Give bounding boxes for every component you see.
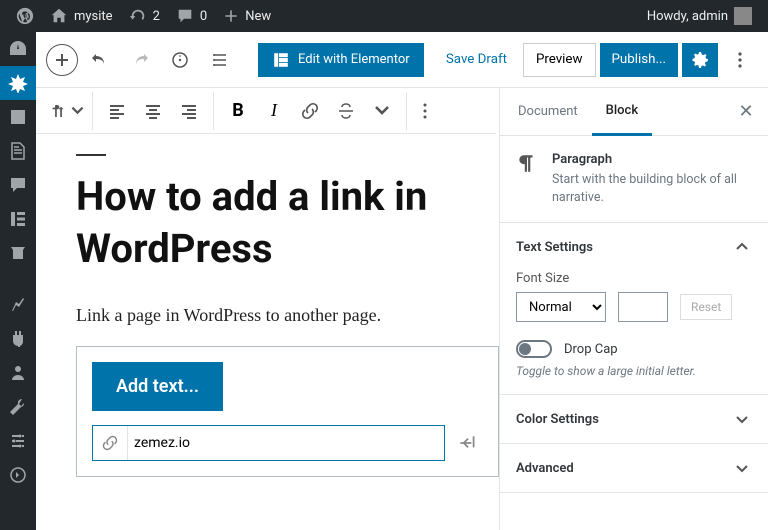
sidebar-item-appearance[interactable] bbox=[0, 288, 36, 322]
sidebar-item-pages[interactable] bbox=[0, 134, 36, 168]
editor-topbar: Edit with Elementor Save Draft Preview P… bbox=[36, 32, 768, 88]
comment-icon bbox=[176, 7, 194, 25]
edit-with-elementor-button[interactable]: Edit with Elementor bbox=[258, 43, 424, 77]
link-button[interactable] bbox=[292, 93, 328, 129]
align-left-button[interactable] bbox=[99, 93, 135, 129]
new-content-link[interactable]: New bbox=[215, 0, 279, 32]
block-type-title: Paragraph bbox=[552, 152, 752, 167]
comment-count: 0 bbox=[200, 9, 207, 24]
chevron-down-icon bbox=[732, 458, 752, 478]
sidebar-item-elementor[interactable] bbox=[0, 202, 36, 236]
bold-button[interactable]: B bbox=[220, 93, 256, 129]
site-name: mysite bbox=[74, 9, 113, 24]
panel-color-settings[interactable]: Color Settings bbox=[500, 395, 768, 443]
strikethrough-button[interactable] bbox=[328, 93, 364, 129]
sidebar-item-settings[interactable] bbox=[0, 424, 36, 458]
avatar bbox=[734, 7, 752, 25]
sidebar-item-media[interactable] bbox=[0, 100, 36, 134]
content-structure-button[interactable] bbox=[162, 42, 198, 78]
add-text-button[interactable]: Add text... bbox=[92, 362, 223, 411]
align-center-button[interactable] bbox=[135, 93, 171, 129]
sidebar-collapse[interactable] bbox=[0, 458, 36, 492]
post-title[interactable]: How to add a link in WordPress bbox=[76, 171, 499, 275]
plus-icon bbox=[223, 8, 239, 24]
settings-sidebar: Document Block ✕ Paragraph Start with th… bbox=[499, 88, 768, 530]
editor-canvas: How to add a link in WordPress Link a pa… bbox=[36, 134, 529, 530]
more-formatting-button[interactable] bbox=[364, 93, 400, 129]
preview-button[interactable]: Preview bbox=[523, 43, 596, 77]
block-type-switcher[interactable] bbox=[50, 93, 86, 129]
sidebar-item-dashboard[interactable] bbox=[0, 32, 36, 66]
link-popup bbox=[92, 425, 483, 461]
block-navigation-button[interactable] bbox=[202, 42, 238, 78]
chevron-down-icon bbox=[732, 409, 752, 429]
tab-document[interactable]: Document bbox=[504, 88, 592, 136]
comments-link[interactable]: 0 bbox=[168, 0, 215, 32]
undo-button[interactable] bbox=[82, 42, 118, 78]
chevron-up-icon bbox=[732, 237, 752, 257]
block-type-desc: Start with the building block of all nar… bbox=[552, 171, 752, 206]
save-draft-button[interactable]: Save Draft bbox=[434, 43, 519, 77]
publish-button[interactable]: Publish... bbox=[600, 43, 678, 77]
updates-link[interactable]: 2 bbox=[121, 0, 168, 32]
wp-logo[interactable] bbox=[8, 0, 42, 32]
new-label: New bbox=[245, 9, 271, 24]
selected-block[interactable]: Add text... bbox=[76, 346, 499, 477]
align-right-button[interactable] bbox=[171, 93, 207, 129]
admin-sidebar bbox=[0, 32, 36, 530]
update-icon bbox=[129, 7, 147, 25]
font-size-label: Font Size bbox=[516, 271, 752, 286]
drop-cap-label: Drop Cap bbox=[564, 342, 618, 357]
close-sidebar-button[interactable]: ✕ bbox=[728, 101, 764, 122]
sidebar-item-users[interactable] bbox=[0, 356, 36, 390]
more-menu-button[interactable] bbox=[722, 42, 758, 78]
redo-button[interactable] bbox=[122, 42, 158, 78]
block-toolbar: B I bbox=[36, 88, 496, 134]
link-submit-button[interactable] bbox=[451, 427, 483, 459]
panel-text-settings[interactable]: Text Settings bbox=[500, 223, 768, 271]
font-size-reset-button[interactable]: Reset bbox=[680, 294, 732, 320]
sidebar-item-comments[interactable] bbox=[0, 168, 36, 202]
home-icon bbox=[50, 7, 68, 25]
paragraph-icon bbox=[516, 152, 538, 206]
font-size-select[interactable]: Normal bbox=[516, 292, 606, 322]
italic-button[interactable]: I bbox=[256, 93, 292, 129]
separator bbox=[76, 154, 106, 156]
drop-cap-help: Toggle to show a large initial letter. bbox=[516, 364, 752, 378]
sidebar-item-tools[interactable] bbox=[0, 390, 36, 424]
site-home-link[interactable]: mysite bbox=[42, 0, 121, 32]
link-url-input[interactable] bbox=[127, 426, 444, 460]
add-block-button[interactable] bbox=[46, 44, 78, 76]
paragraph-block[interactable]: Link a page in WordPress to another page… bbox=[76, 305, 499, 326]
font-size-number[interactable] bbox=[618, 292, 668, 322]
block-more-button[interactable] bbox=[407, 93, 443, 129]
panel-advanced[interactable]: Advanced bbox=[500, 444, 768, 492]
settings-toggle-button[interactable] bbox=[682, 43, 718, 77]
elementor-label: Edit with Elementor bbox=[298, 52, 410, 67]
tab-block[interactable]: Block bbox=[592, 88, 652, 136]
sidebar-item-posts[interactable] bbox=[0, 66, 36, 100]
elementor-icon bbox=[272, 51, 290, 69]
howdy-text: Howdy, admin bbox=[647, 9, 728, 24]
drop-cap-toggle[interactable] bbox=[516, 340, 552, 358]
update-count: 2 bbox=[153, 9, 160, 24]
link-icon bbox=[93, 434, 127, 452]
sidebar-item-plugins[interactable] bbox=[0, 322, 36, 356]
sidebar-item-templates[interactable] bbox=[0, 236, 36, 270]
account-menu[interactable]: Howdy, admin bbox=[639, 0, 760, 32]
